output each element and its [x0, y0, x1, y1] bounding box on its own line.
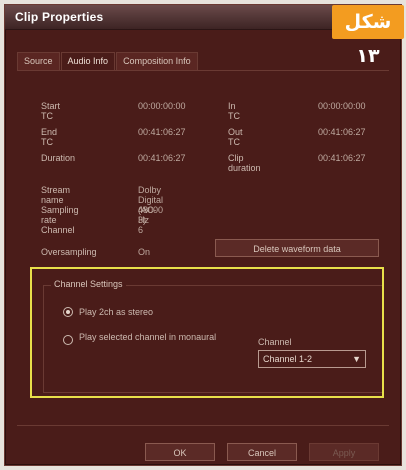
out-tc-value: 00:41:06:27 — [318, 127, 366, 137]
tab-strip: Source Audio Info Composition Info — [17, 52, 199, 70]
duration-value: 00:41:06:27 — [138, 153, 186, 163]
channel-count-label: Channel — [41, 225, 75, 235]
sampling-rate-label: Sampling rate — [41, 205, 79, 225]
end-tc-label: End TC — [41, 127, 58, 147]
channel-count-value: 6 — [138, 225, 144, 235]
ok-button[interactable]: OK — [145, 443, 215, 461]
oversampling-label: Oversampling — [41, 247, 97, 257]
sampling-rate-value: 48000 Hz — [138, 205, 164, 225]
tab-divider — [17, 70, 389, 71]
end-tc-value: 00:41:06:27 — [138, 127, 186, 137]
footer-divider — [17, 425, 389, 426]
dialog-title: Clip Properties — [15, 10, 104, 24]
yellow-highlight-frame — [30, 267, 384, 398]
tab-source[interactable]: Source — [17, 52, 60, 70]
in-tc-label: In TC — [228, 101, 240, 121]
clip-duration-value: 00:41:06:27 — [318, 153, 366, 163]
stream-name-label: Stream name — [41, 185, 71, 205]
delete-waveform-button[interactable]: Delete waveform data — [215, 239, 379, 257]
tab-audio-info[interactable]: Audio Info — [60, 52, 116, 70]
figure-number-badge: شکل ۱۳ — [332, 5, 404, 67]
duration-label: Duration — [41, 153, 76, 163]
oversampling-value: On — [138, 247, 151, 257]
in-tc-value: 00:00:00:00 — [318, 101, 366, 111]
cancel-button[interactable]: Cancel — [227, 443, 297, 461]
clip-duration-label: Clip duration — [228, 153, 261, 173]
start-tc-value: 00:00:00:00 — [138, 101, 186, 111]
apply-button[interactable]: Apply — [309, 443, 379, 461]
out-tc-label: Out TC — [228, 127, 243, 147]
tab-composition-info[interactable]: Composition Info — [116, 52, 198, 70]
start-tc-label: Start TC — [41, 101, 61, 121]
